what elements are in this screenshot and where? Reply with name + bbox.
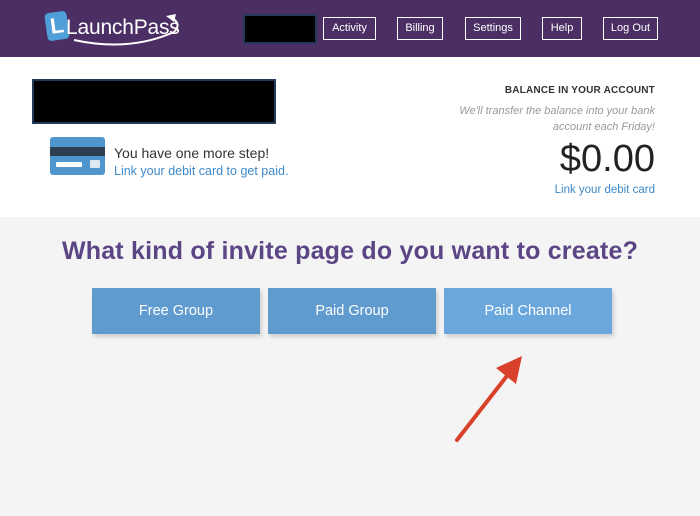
link-debit-card-cta[interactable]: Link your debit card to get paid. — [114, 164, 288, 178]
balance-transfer-note: We'll transfer the balance into your ban… — [459, 105, 655, 133]
nav-help-button[interactable]: Help — [542, 17, 582, 40]
balance-amount: $0.00 — [559, 138, 655, 180]
top-navigation-bar: L LaunchPass Activity Billing Settings H… — [0, 0, 700, 57]
annotation-arrow-icon — [455, 356, 522, 442]
free-group-button[interactable]: Free Group — [92, 288, 260, 334]
paid-group-button[interactable]: Paid Group — [268, 288, 436, 334]
nav-activity-button[interactable]: Activity — [323, 17, 376, 40]
credit-card-icon — [50, 137, 105, 175]
paid-channel-button[interactable]: Paid Channel — [444, 288, 612, 334]
page-title: What kind of invite page do you want to … — [61, 237, 639, 265]
logo-text: LaunchPass — [66, 16, 180, 39]
nav-settings-button[interactable]: Settings — [465, 17, 521, 40]
nav-billing-button[interactable]: Billing — [397, 17, 443, 40]
balance-heading: BALANCE IN YOUR ACCOUNT — [504, 85, 655, 96]
onboarding-step-text: You have one more step! — [114, 145, 270, 161]
link-debit-card-link[interactable]: Link your debit card — [555, 184, 655, 196]
redacted-account-name — [243, 14, 317, 44]
launchpass-logo[interactable]: L LaunchPass — [44, 10, 184, 46]
redacted-user-name — [32, 79, 276, 124]
nav-logout-button[interactable]: Log Out — [603, 17, 658, 40]
